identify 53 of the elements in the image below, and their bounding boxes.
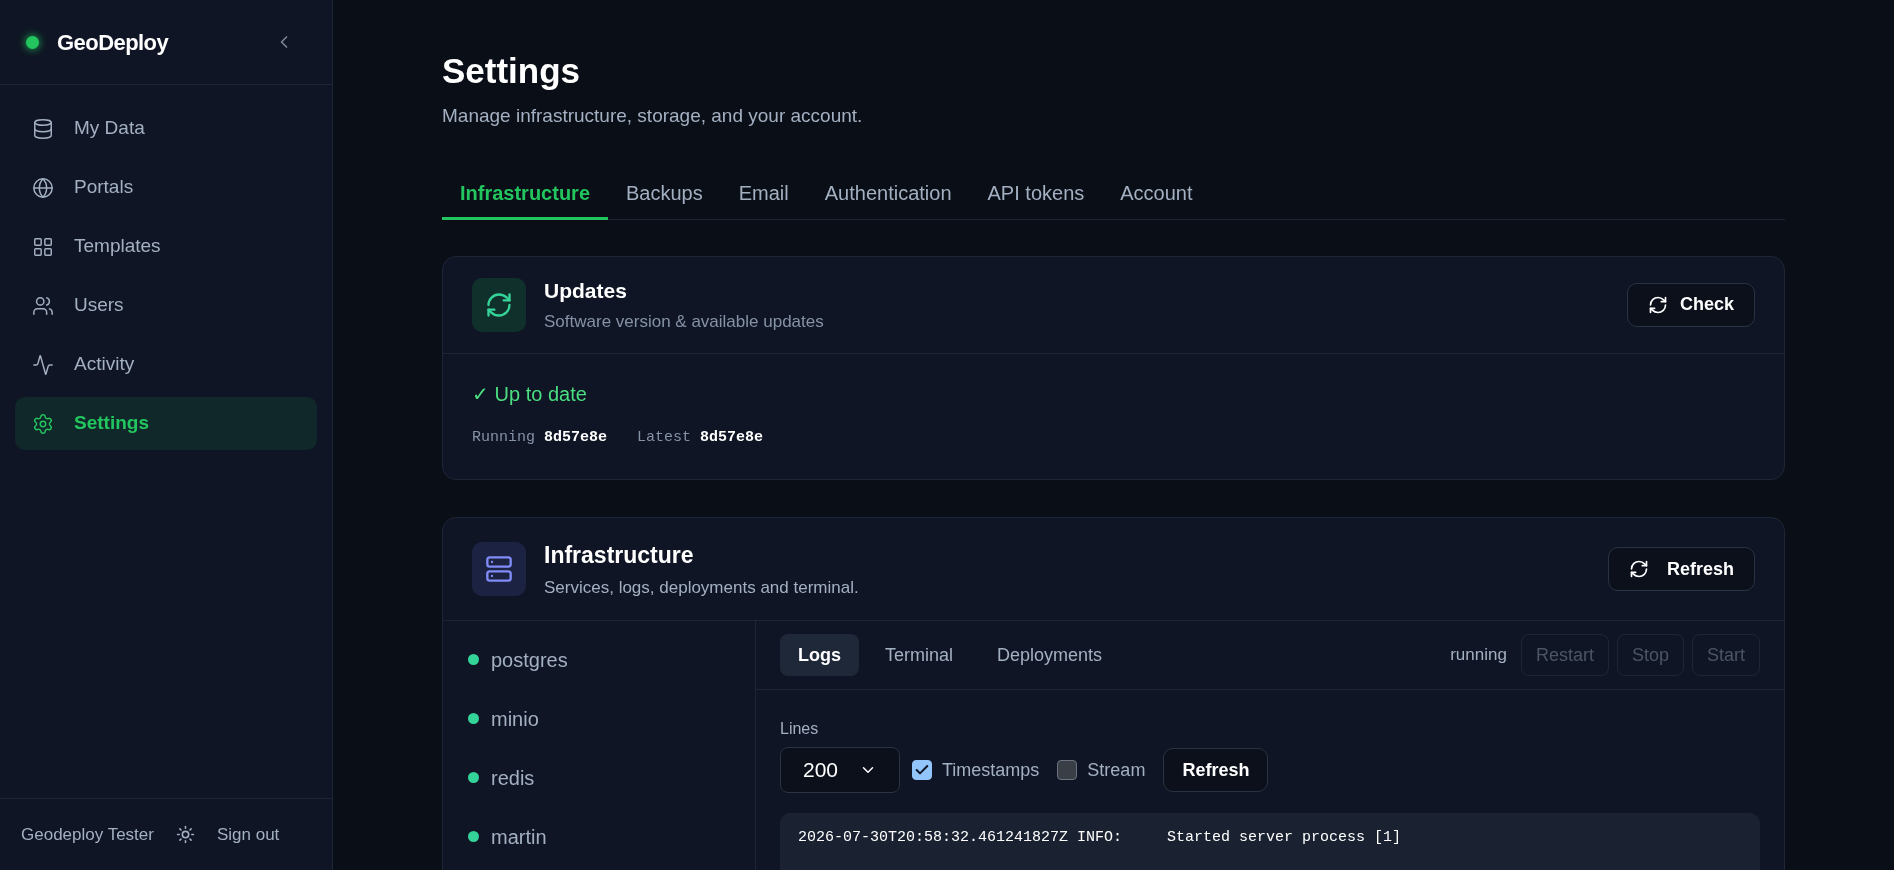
panel-tab[interactable]: Deployments	[979, 634, 1121, 676]
sidebar-item[interactable]: Portals	[15, 161, 317, 214]
settings-tab[interactable]: Backups	[608, 168, 721, 220]
sidebar-item[interactable]: Activity	[15, 338, 317, 391]
sidebar-item[interactable]: Templates	[15, 220, 317, 273]
server-icon	[472, 542, 526, 596]
card-subtitle: Software version & available updates	[544, 310, 824, 333]
refresh-icon	[1628, 559, 1649, 579]
settings-tab[interactable]: API tokens	[969, 168, 1103, 220]
card-title: Updates	[544, 278, 628, 304]
brand-name: GeoDeploy	[57, 28, 169, 57]
sidebar-item[interactable]: Users	[15, 279, 317, 332]
sidebar-item[interactable]: Settings	[15, 397, 317, 450]
lines-label: Lines	[780, 719, 820, 739]
globe-icon	[32, 176, 54, 199]
running-version: Running 8d57e8e	[472, 427, 608, 448]
refresh-icon	[1647, 294, 1668, 315]
pulse-icon	[32, 353, 54, 376]
sign-out-link[interactable]: Sign out	[216, 821, 280, 848]
theme-toggle-icon[interactable]	[175, 825, 195, 844]
lines-select[interactable]: 200	[780, 747, 900, 793]
refresh-button[interactable]: Refresh	[1163, 748, 1269, 792]
checkbox-label: Timestamps	[942, 758, 1040, 782]
latest-version: Latest 8d57e8e	[637, 427, 764, 448]
user-name: Geodeploy Tester	[21, 823, 154, 846]
panel-tab[interactable]: Terminal	[867, 634, 972, 676]
page-subtitle: Manage infrastructure, storage, and your account.	[442, 104, 864, 128]
sidebar-item[interactable]: My Data	[15, 102, 317, 155]
database-icon	[32, 117, 54, 140]
check-button[interactable]: Check	[1626, 282, 1755, 327]
page-title: Settings	[442, 50, 582, 92]
panel-tab[interactable]: Logs	[780, 634, 859, 676]
service-item[interactable]: redis	[443, 748, 755, 807]
checkbox-label: Stream	[1087, 758, 1146, 782]
settings-tab[interactable]: Email	[720, 168, 807, 220]
settings-tab[interactable]: Authentication	[806, 168, 970, 220]
card-title: Infrastructure	[544, 541, 695, 570]
service-item[interactable]: minio	[443, 689, 755, 748]
checkbox[interactable]	[912, 760, 932, 780]
settings-icon	[32, 412, 54, 435]
settings-tab[interactable]: Account	[1102, 168, 1211, 220]
card-subtitle: Services, logs, deployments and terminal.	[544, 576, 859, 599]
refresh-button[interactable]: Refresh	[1607, 547, 1755, 591]
grid-icon	[32, 235, 54, 258]
service-status: running	[1450, 644, 1507, 667]
log-line: 2026-07-30T20:58:32.461241827Z INFO: Started server process [1]	[798, 828, 1403, 848]
update-status: ✓ Up to date	[472, 381, 588, 407]
service-item[interactable]: martin	[443, 807, 755, 866]
service-item[interactable]: postgres	[443, 630, 755, 689]
users-icon	[32, 294, 54, 317]
checkbox[interactable]	[1057, 760, 1078, 780]
settings-tab[interactable]: Infrastructure	[442, 168, 609, 220]
refresh-icon	[472, 277, 526, 332]
